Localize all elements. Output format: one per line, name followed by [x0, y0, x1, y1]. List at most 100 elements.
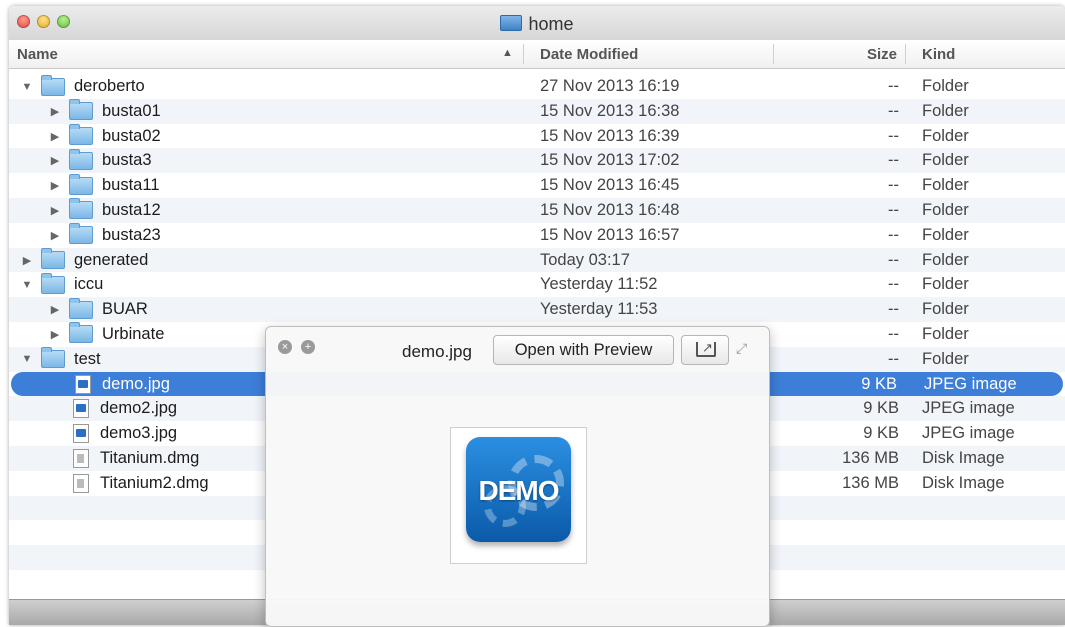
row-size: --: [888, 300, 899, 319]
row-name-cell: ▶ busta02: [49, 124, 161, 146]
row-kind: JPEG image: [922, 399, 1015, 418]
table-row[interactable]: ▶ busta01 15 Nov 2013 16:38 -- Folder: [9, 98, 1065, 124]
row-date: 15 Nov 2013 16:45: [540, 176, 680, 195]
home-folder-icon: [500, 15, 523, 31]
sort-ascending-icon: ▲: [502, 47, 513, 59]
row-kind: Folder: [922, 101, 969, 120]
disclosure-collapsed-icon[interactable]: ▶: [49, 154, 61, 167]
open-with-preview-button[interactable]: Open with Preview: [493, 335, 674, 365]
disclosure-collapsed-icon[interactable]: ▶: [49, 204, 61, 217]
row-name-label: busta11: [102, 176, 160, 195]
image-preview: DEMO: [450, 427, 587, 564]
row-name-cell: ▼ iccu: [21, 272, 104, 294]
folder-icon: [69, 173, 93, 195]
image-file-icon: [73, 399, 89, 419]
disclosure-expanded-icon[interactable]: ▼: [21, 279, 33, 291]
column-name[interactable]: Name: [17, 46, 58, 63]
folder-icon: [41, 248, 65, 270]
disclosure-collapsed-icon[interactable]: ▶: [49, 130, 61, 143]
row-name-label: busta01: [102, 101, 161, 120]
table-row[interactable]: ▶ generated Today 03:17 -- Folder: [9, 247, 1065, 273]
row-kind: Disk Image: [922, 473, 1005, 492]
table-row[interactable]: ▼ deroberto 27 Nov 2013 16:19 -- Folder: [9, 74, 1065, 99]
table-row[interactable]: ▶ BUAR Yesterday 11:53 -- Folder: [9, 297, 1065, 322]
table-row[interactable]: ▶ busta23 15 Nov 2013 16:57 -- Folder: [9, 223, 1065, 248]
table-row[interactable]: ▶ busta02 15 Nov 2013 16:39 -- Folder: [9, 124, 1065, 149]
image-file-icon: [75, 374, 91, 394]
demo-image: DEMO: [466, 437, 571, 542]
row-date: 27 Nov 2013 16:19: [540, 77, 680, 95]
row-size: --: [888, 275, 899, 294]
row-name-label: test: [74, 349, 101, 368]
row-name-label: demo3.jpg: [100, 424, 178, 443]
table-row[interactable]: ▼ iccu Yesterday 11:52 -- Folder: [9, 272, 1065, 297]
table-row[interactable]: ▶ busta11 15 Nov 2013 16:45 -- Folder: [9, 173, 1065, 198]
row-name-cell: Titanium.dmg: [49, 448, 200, 468]
quicklook-filename: demo.jpg: [402, 342, 472, 361]
disclosure-collapsed-icon[interactable]: ▶: [49, 303, 61, 316]
row-size: 9 KB: [863, 424, 899, 443]
row-name-cell: ▼ test: [21, 347, 101, 369]
row-kind: Folder: [922, 275, 969, 294]
folder-icon: [41, 272, 65, 294]
row-date: Yesterday 11:53: [540, 300, 658, 319]
row-name-cell: ▼ deroberto: [21, 74, 145, 96]
quicklook-close-icon[interactable]: ×: [278, 340, 292, 354]
row-name-label: generated: [74, 250, 149, 269]
folder-icon: [69, 297, 93, 319]
demo-image-text: DEMO: [478, 475, 560, 506]
row-kind: Folder: [922, 77, 969, 95]
table-row[interactable]: ▶ busta12 15 Nov 2013 16:48 -- Folder: [9, 197, 1065, 223]
row-name-cell: ▶ busta12: [49, 198, 161, 220]
quicklook-panel: × + demo.jpg Open with Preview ↗ ⤢ DEMO: [265, 326, 770, 627]
row-kind: Folder: [922, 250, 969, 269]
column-size[interactable]: Size: [867, 46, 897, 63]
row-kind: JPEG image: [924, 374, 1017, 393]
folder-icon: [41, 74, 65, 96]
disclosure-collapsed-icon[interactable]: ▶: [49, 105, 61, 118]
row-size: --: [888, 101, 899, 120]
window-title-text: home: [528, 14, 574, 34]
row-name-label: busta02: [102, 126, 161, 145]
window-title: home: [9, 14, 1065, 35]
row-name-cell: demo2.jpg: [49, 399, 177, 419]
row-size: --: [888, 151, 899, 170]
row-name-label: busta12: [102, 200, 161, 219]
disclosure-expanded-icon[interactable]: ▼: [21, 353, 33, 365]
row-size: 9 KB: [861, 374, 897, 393]
share-button[interactable]: ↗: [681, 335, 729, 365]
row-size: --: [888, 77, 899, 95]
column-date-modified[interactable]: Date Modified: [540, 46, 638, 63]
column-kind[interactable]: Kind: [922, 46, 955, 63]
image-file-icon: [73, 424, 89, 444]
row-size: --: [888, 225, 899, 244]
disclosure-collapsed-icon[interactable]: ▶: [49, 229, 61, 242]
disclosure-collapsed-icon[interactable]: ▶: [21, 254, 33, 267]
row-name-label: busta3: [102, 151, 152, 170]
expand-icon[interactable]: ⤢: [736, 340, 747, 357]
row-name-label: deroberto: [74, 77, 145, 95]
row-date: 15 Nov 2013 16:38: [540, 101, 680, 120]
disclosure-collapsed-icon[interactable]: ▶: [49, 328, 61, 341]
row-date: 15 Nov 2013 16:48: [540, 200, 680, 219]
row-name-label: Urbinate: [102, 324, 165, 343]
row-name-cell: ▶ busta3: [49, 148, 152, 170]
row-name-label: iccu: [74, 275, 104, 294]
disclosure-expanded-icon[interactable]: ▼: [21, 81, 33, 93]
row-date: 15 Nov 2013 16:57: [540, 225, 680, 244]
row-size: 9 KB: [863, 399, 899, 418]
row-date: Yesterday 11:52: [540, 275, 658, 294]
row-kind: Folder: [922, 324, 969, 343]
row-size: --: [888, 176, 899, 195]
row-date: 15 Nov 2013 16:39: [540, 126, 680, 145]
row-kind: Folder: [922, 349, 969, 368]
row-name-label: Titanium.dmg: [100, 448, 200, 467]
row-kind: JPEG image: [922, 424, 1015, 443]
quicklook-fullscreen-icon[interactable]: +: [301, 340, 315, 354]
disk-image-icon: [73, 448, 89, 468]
row-name-label: busta23: [102, 225, 161, 244]
row-name-cell: ▶ generated: [21, 248, 149, 270]
disclosure-collapsed-icon[interactable]: ▶: [49, 179, 61, 192]
row-size: --: [888, 349, 899, 368]
table-row[interactable]: ▶ busta3 15 Nov 2013 17:02 -- Folder: [9, 148, 1065, 174]
